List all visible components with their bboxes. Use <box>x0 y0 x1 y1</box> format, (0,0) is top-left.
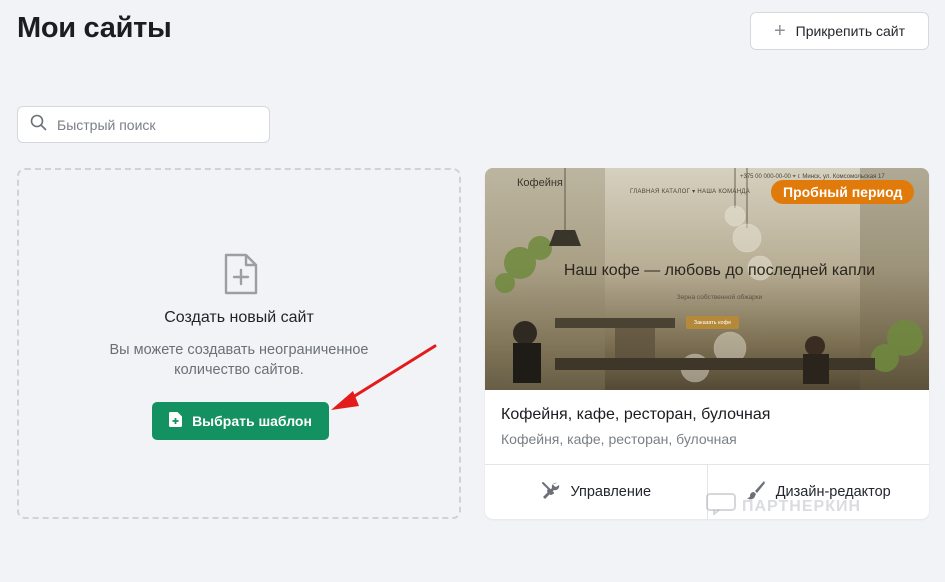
watermark-text: ПАРТНЕРКИН <box>742 497 862 515</box>
attach-site-button[interactable]: + Прикрепить сайт <box>750 12 929 50</box>
create-site-title: Создать новый сайт <box>164 309 314 326</box>
attach-site-label: Прикрепить сайт <box>795 23 906 39</box>
site-title[interactable]: Кофейня, кафе, ресторан, булочная <box>501 406 770 424</box>
preview-logo: Кофейня <box>517 177 563 189</box>
search-input[interactable] <box>57 116 257 133</box>
preview-subheadline: Зерна собственной обжарки <box>676 294 763 301</box>
site-card[interactable]: Кофейня +375 00 000-00-00 ⌖ г. Минск, ул… <box>485 168 929 519</box>
watermark: ПАРТНЕРКИН <box>706 493 861 520</box>
preview-headline: Наш кофе — любовь до последней капли <box>563 262 876 279</box>
preview-cta-button: Заказать кофе <box>686 316 739 329</box>
search-icon <box>30 114 47 136</box>
site-preview-image[interactable]: Кофейня +375 00 000-00-00 ⌖ г. Минск, ул… <box>485 168 929 390</box>
choose-template-label: Выбрать шаблон <box>192 413 312 429</box>
trial-status-badge: Пробный период <box>771 180 915 204</box>
page-title: Мои сайты <box>17 12 172 44</box>
manage-button[interactable]: Управление <box>485 465 707 519</box>
choose-template-button[interactable]: Выбрать шаблон <box>152 402 329 440</box>
red-arrow-annotation <box>325 340 445 425</box>
site-subtitle: Кофейня, кафе, ресторан, булочная <box>501 431 737 447</box>
add-document-icon <box>169 412 183 430</box>
manage-label: Управление <box>570 484 652 500</box>
preview-nav: ГЛАВНАЯ КАТАЛОГ ▾ НАША КОМАНДА <box>630 189 751 195</box>
plus-icon: + <box>773 20 786 42</box>
search-box[interactable] <box>17 106 270 143</box>
wrench-screwdriver-icon <box>540 480 560 504</box>
watermark-logo-icon <box>706 493 736 520</box>
new-document-icon <box>223 252 259 301</box>
